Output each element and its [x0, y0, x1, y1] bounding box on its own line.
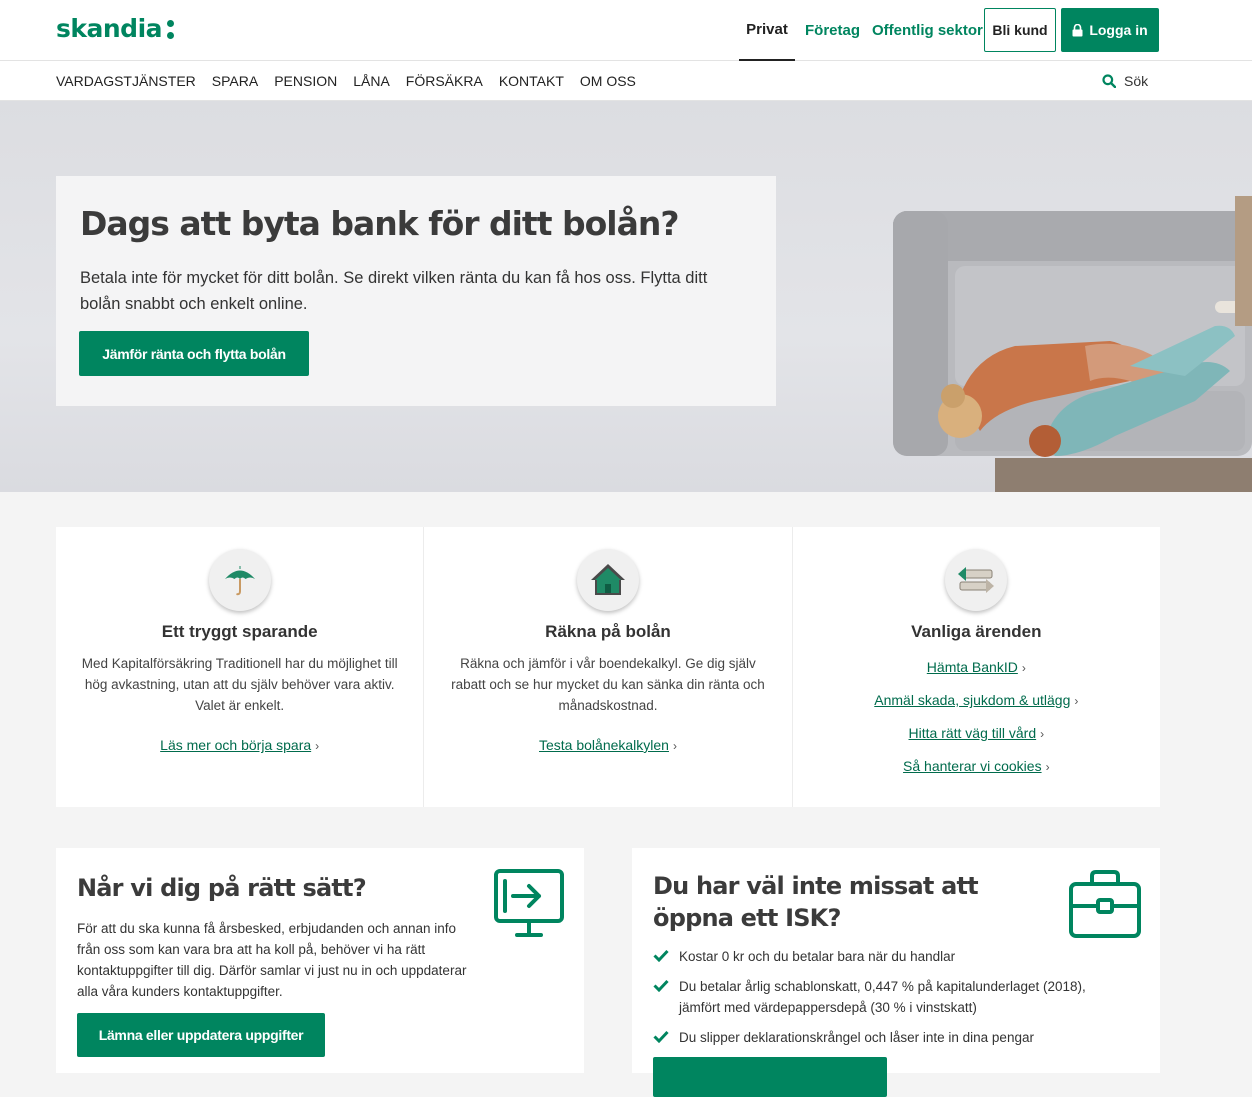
segment-foretag[interactable]: Företag — [805, 0, 860, 61]
feature-cards: Ett tryggt sparande Med Kapitalförsäkrin… — [56, 527, 1160, 807]
isk-benefits-list: Kostar 0 kr och du betalar bara när du h… — [653, 946, 1139, 1048]
logo-dots — [167, 20, 175, 39]
chevron-right-icon: › — [1074, 694, 1079, 708]
jamfor-ranta-button[interactable]: Jämför ränta och flytta bolån — [79, 331, 309, 376]
list-item: Kostar 0 kr och du betalar bara när du h… — [653, 946, 1123, 967]
feature-title: Vanliga ärenden — [911, 622, 1042, 641]
hero-image — [893, 196, 1252, 492]
nav-item-spara[interactable]: SPARA — [212, 73, 258, 89]
hamta-bankid-link[interactable]: Hämta BankID › — [793, 659, 1160, 675]
logga-in-label: Logga in — [1089, 22, 1148, 38]
feature-rakna-pa-bolan: Räkna på bolån Räkna och jämför i vår bo… — [424, 527, 793, 807]
house-icon — [576, 549, 639, 611]
feature-text: Räkna och jämför i vår boendekalkyl. Ge … — [451, 656, 765, 713]
umbrella-icon — [208, 549, 271, 611]
list-item: Du betalar årlig schablonskatt, 0,447 % … — [653, 976, 1123, 1018]
skandia-logo[interactable]: skandia — [56, 14, 175, 43]
isk-card-title: Du har väl inte missat att öppna ett ISK… — [653, 872, 979, 932]
contact-card-text: För att du ska kunna få årsbesked, erbju… — [77, 921, 467, 999]
bli-kund-button[interactable]: Bli kund — [984, 8, 1056, 52]
testa-bolanekalkylen-link[interactable]: Testa bolånekalkylen › — [424, 737, 791, 753]
briefcase-icon — [1069, 870, 1141, 938]
hitta-ratt-vag-link[interactable]: Hitta rätt väg till vård › — [793, 725, 1160, 741]
nav-item-om-oss[interactable]: OM OSS — [580, 73, 636, 89]
feature-tryggt-sparande: Ett tryggt sparande Med Kapitalförsäkrin… — [56, 527, 425, 807]
lock-icon — [1072, 23, 1083, 36]
anmal-skada-link[interactable]: Anmäl skada, sjukdom & utlägg › — [793, 692, 1160, 708]
contact-info-card: Når vi dig på rätt sätt? För att du ska … — [56, 848, 584, 1073]
nav-item-vardagstjanster[interactable]: VARDAGSTJÄNSTER — [56, 73, 196, 89]
monitor-icon — [494, 869, 564, 937]
hero-card: Dags att byta bank för ditt bolån? Betal… — [56, 176, 776, 406]
cookies-link[interactable]: Så hanterar vi cookies › — [793, 758, 1160, 774]
chevron-right-icon: › — [1021, 661, 1026, 675]
top-header: skandia Privat Företag Offentlig sektor … — [0, 0, 1252, 62]
chevron-right-icon: › — [1040, 727, 1045, 741]
checkmark-icon — [653, 949, 669, 962]
feature-title: Ett tryggt sparande — [161, 622, 318, 641]
checkmark-icon — [653, 979, 669, 992]
isk-cta-button[interactable] — [653, 1057, 887, 1097]
feature-text: Med Kapitalförsäkring Traditionell har d… — [81, 656, 398, 713]
chevron-right-icon: › — [1045, 760, 1050, 774]
nav-item-kontakt[interactable]: KONTAKT — [499, 73, 564, 89]
main-nav: VARDAGSTJÄNSTER SPARA PENSION LÅNA FÖRSÄ… — [0, 61, 1252, 101]
checkmark-icon — [653, 1030, 669, 1043]
isk-card: Du har väl inte missat att öppna ett ISK… — [632, 848, 1160, 1097]
hero-banner: Dags att byta bank för ditt bolån? Betal… — [0, 101, 1252, 492]
search-label: Sök — [1124, 73, 1149, 89]
list-item: Du slipper deklarationskrångel och låser… — [653, 1027, 1123, 1048]
search-icon — [1102, 74, 1116, 88]
logga-in-button[interactable]: Logga in — [1061, 8, 1159, 52]
segment-privat[interactable]: Privat — [739, 0, 795, 62]
hero-text: Betala inte för mycket för ditt bolån. S… — [80, 269, 708, 313]
arrows-icon — [945, 549, 1008, 611]
nav-item-pension[interactable]: PENSION — [274, 73, 337, 89]
logo-text: skandia — [56, 14, 163, 43]
hero-title: Dags att byta bank för ditt bolån? — [80, 204, 679, 243]
nav-item-lana[interactable]: LÅNA — [353, 73, 390, 89]
contact-card-title: Når vi dig på rätt sätt? — [77, 874, 367, 902]
lamna-uppgifter-button[interactable]: Lämna eller uppdatera uppgifter — [77, 1013, 325, 1057]
feature-title: Räkna på bolån — [545, 622, 671, 641]
chevron-right-icon: › — [672, 739, 677, 753]
chevron-right-icon: › — [315, 739, 320, 753]
nav-item-forsakra[interactable]: FÖRSÄKRA — [406, 73, 483, 89]
feature-vanliga-arenden: Vanliga ärenden Hämta BankID › Anmäl skad… — [793, 527, 1160, 807]
las-mer-link[interactable]: Läs mer och börja spara › — [56, 737, 423, 753]
search-button[interactable]: Sök — [1102, 61, 1148, 101]
segment-offentlig-sektor[interactable]: Offentlig sektor — [872, 0, 983, 61]
